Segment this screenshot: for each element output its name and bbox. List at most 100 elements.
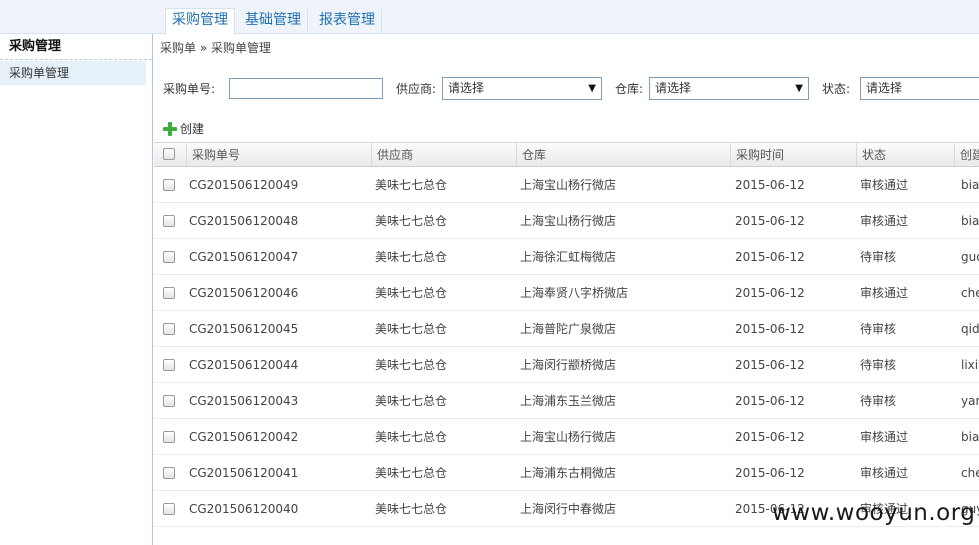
row-checkbox[interactable]: [163, 467, 175, 479]
warehouse-label: 仓库:: [615, 82, 644, 96]
row-checkbox[interactable]: [163, 323, 175, 335]
cell-purchase-time: 2015-06-12: [735, 286, 805, 300]
order-no-label: 采购单号:: [163, 82, 216, 96]
cell-warehouse: 上海宝山杨行微店: [520, 178, 617, 192]
cell-purchase-time: 2015-06-12: [735, 466, 805, 480]
row-checkbox[interactable]: [163, 359, 175, 371]
cell-creator: guo: [961, 250, 979, 264]
cell-supplier: 美味七七总仓: [375, 322, 448, 336]
cell-order-no: CG201506120046: [189, 286, 299, 300]
cell-purchase-time: 2015-06-12: [735, 178, 805, 192]
cell-purchase-time: 2015-06-12: [735, 322, 805, 336]
warehouse-select-value: 请选择: [655, 81, 692, 95]
cell-order-no: CG201506120040: [189, 502, 299, 516]
dropdown-arrow-icon: ▼: [588, 83, 596, 94]
table-row[interactable]: CG201506120045 美味七七总仓 上海普陀广泉微店 2015-06-12 待审…: [154, 311, 979, 347]
supplier-label: 供应商:: [396, 82, 437, 96]
cell-warehouse: 上海徐汇虹梅微店: [520, 250, 617, 264]
cell-supplier: 美味七七总仓: [375, 250, 448, 264]
row-checkbox[interactable]: [163, 251, 175, 263]
select-all-checkbox[interactable]: [163, 148, 175, 160]
cell-warehouse: 上海宝山杨行微店: [520, 430, 617, 444]
table-row[interactable]: CG201506120048 美味七七总仓 上海宝山杨行微店 2015-06-12 审核…: [154, 203, 979, 239]
status-label: 状态:: [822, 82, 851, 96]
cell-warehouse: 上海闵行中春微店: [520, 502, 617, 516]
order-no-input[interactable]: [229, 78, 383, 99]
table-row[interactable]: CG201506120047 美味七七总仓 上海徐汇虹梅微店 2015-06-12 待审…: [154, 239, 979, 275]
cell-creator: qid: [961, 322, 979, 336]
table-row[interactable]: CG201506120044 美味七七总仓 上海闵行颛桥微店 2015-06-12 待审…: [154, 347, 979, 383]
cell-status: 待审核: [860, 322, 897, 336]
row-checkbox[interactable]: [163, 287, 175, 299]
cell-status: 审核通过: [860, 430, 909, 444]
sidebar: 采购管理 采购单管理: [0, 34, 153, 545]
row-checkbox[interactable]: [163, 215, 175, 227]
watermark: www.wooyun.org: [772, 500, 976, 526]
cell-order-no: CG201506120045: [189, 322, 299, 336]
cell-status: 审核通过: [860, 178, 909, 192]
row-checkbox[interactable]: [163, 431, 175, 443]
header-purchase-time[interactable]: 采购时间: [730, 143, 856, 167]
cell-warehouse: 上海普陀广泉微店: [520, 322, 617, 336]
cell-creator: bian: [961, 430, 979, 444]
cell-status: 待审核: [860, 250, 897, 264]
cell-supplier: 美味七七总仓: [375, 502, 448, 516]
row-checkbox[interactable]: [163, 179, 175, 191]
cell-order-no: CG201506120049: [189, 178, 299, 192]
header-creator[interactable]: 创建: [954, 143, 979, 167]
cell-status: 待审核: [860, 358, 897, 372]
cell-order-no: CG201506120047: [189, 250, 299, 264]
header-order-no[interactable]: 采购单号: [186, 143, 371, 167]
cell-warehouse: 上海闵行颛桥微店: [520, 358, 617, 372]
cell-creator: bian: [961, 178, 979, 192]
sidebar-item-purchase-orders[interactable]: 采购单管理: [0, 61, 146, 85]
create-label: 创建: [180, 122, 205, 136]
cell-creator: che: [961, 286, 979, 300]
header-supplier[interactable]: 供应商: [371, 143, 516, 167]
cell-warehouse: 上海浦东玉兰微店: [520, 394, 617, 408]
cell-order-no: CG201506120041: [189, 466, 299, 480]
tab-purchase-management[interactable]: 采购管理: [165, 8, 235, 35]
cell-supplier: 美味七七总仓: [375, 358, 448, 372]
top-nav: 采购管理 基础管理 报表管理: [0, 0, 979, 35]
cell-order-no: CG201506120042: [189, 430, 299, 444]
cell-creator: che: [961, 466, 979, 480]
header-status[interactable]: 状态: [856, 143, 954, 167]
row-checkbox[interactable]: [163, 395, 175, 407]
tab-basic-management[interactable]: 基础管理: [239, 9, 308, 33]
cell-order-no: CG201506120044: [189, 358, 299, 372]
supplier-select[interactable]: 请选择 ▼: [442, 77, 602, 100]
cell-warehouse: 上海奉贤八字桥微店: [520, 286, 629, 300]
header-warehouse[interactable]: 仓库: [516, 143, 730, 167]
dropdown-arrow-icon: ▼: [795, 83, 803, 94]
breadcrumb: 采购单 » 采购单管理: [160, 41, 271, 55]
cell-warehouse: 上海浦东古桐微店: [520, 466, 617, 480]
plus-icon: [163, 122, 177, 136]
table-header: 采购单号 供应商 仓库 采购时间 状态 创建: [154, 142, 979, 167]
cell-purchase-time: 2015-06-12: [735, 214, 805, 228]
tab-report-management[interactable]: 报表管理: [313, 9, 382, 33]
table-row[interactable]: CG201506120043 美味七七总仓 上海浦东玉兰微店 2015-06-12 待审…: [154, 383, 979, 419]
cell-status: 审核通过: [860, 466, 909, 480]
cell-supplier: 美味七七总仓: [375, 178, 448, 192]
cell-warehouse: 上海宝山杨行微店: [520, 214, 617, 228]
cell-order-no: CG201506120048: [189, 214, 299, 228]
cell-supplier: 美味七七总仓: [375, 394, 448, 408]
sidebar-title: 采购管理: [0, 34, 152, 60]
table-row[interactable]: CG201506120042 美味七七总仓 上海宝山杨行微店 2015-06-12 审核…: [154, 419, 979, 455]
cell-purchase-time: 2015-06-12: [735, 394, 805, 408]
cell-purchase-time: 2015-06-12: [735, 430, 805, 444]
row-checkbox[interactable]: [163, 503, 175, 515]
cell-status: 审核通过: [860, 214, 909, 228]
warehouse-select[interactable]: 请选择 ▼: [649, 77, 809, 100]
cell-creator: bian: [961, 214, 979, 228]
cell-supplier: 美味七七总仓: [375, 286, 448, 300]
table-row[interactable]: CG201506120041 美味七七总仓 上海浦东古桐微店 2015-06-12 审核…: [154, 455, 979, 491]
status-select[interactable]: 请选择: [860, 77, 979, 100]
supplier-select-value: 请选择: [448, 81, 485, 95]
cell-status: 审核通过: [860, 286, 909, 300]
cell-status: 待审核: [860, 394, 897, 408]
cell-purchase-time: 2015-06-12: [735, 358, 805, 372]
table-row[interactable]: CG201506120049 美味七七总仓 上海宝山杨行微店 2015-06-12 审核…: [154, 167, 979, 203]
table-row[interactable]: CG201506120046 美味七七总仓 上海奉贤八字桥微店 2015-06-12 审…: [154, 275, 979, 311]
